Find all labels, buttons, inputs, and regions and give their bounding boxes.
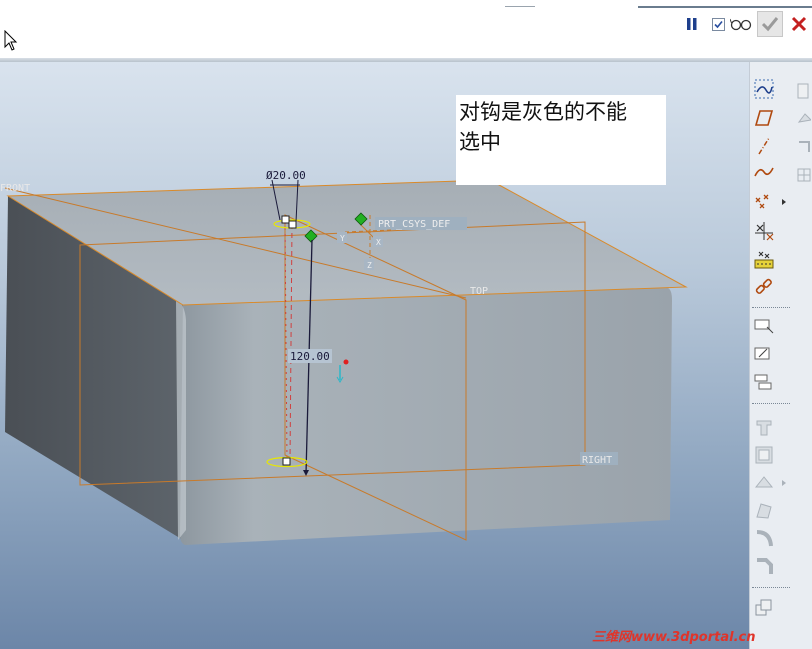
confirm-checkmark-icon[interactable] — [757, 11, 783, 37]
dimension-diameter: Ø20.00 — [266, 169, 306, 182]
draft-tool-disabled-icon — [753, 500, 775, 522]
chain-icon[interactable] — [753, 276, 775, 298]
point-flyout-arrow-icon[interactable] — [780, 195, 788, 209]
toolbar-fragment — [505, 0, 535, 7]
toolbar-separator — [752, 403, 790, 404]
datum-label-top: TOP — [470, 286, 488, 297]
annotation-note: 对钩是灰色的不能 选中 — [456, 95, 666, 185]
sketch-icon[interactable] — [753, 78, 775, 100]
axis-icon[interactable] — [753, 135, 775, 157]
plane-icon[interactable] — [753, 107, 775, 129]
axis-label-z: Z — [367, 261, 372, 270]
select-feature-icon[interactable] — [753, 316, 775, 338]
drag-handle-icon — [288, 220, 297, 229]
copy-tool-icon[interactable] — [753, 597, 775, 619]
toolbar-partial-icon[interactable] — [793, 164, 812, 186]
annotation-line-2: 选中 — [459, 130, 501, 154]
watermark: 三维网www.3dportal.cn — [592, 630, 756, 645]
dimension-length: 120.00 — [290, 350, 330, 363]
hole-tool-disabled-icon — [753, 417, 775, 439]
dashboard-bar — [0, 0, 812, 58]
edit-feature-icon[interactable] — [753, 344, 775, 366]
point-icon[interactable] — [753, 191, 775, 213]
csys-label: PRT_CSYS_DEF — [378, 219, 450, 230]
toolbar-partial-icon[interactable] — [793, 136, 812, 158]
group-feature-icon[interactable] — [753, 372, 775, 394]
analysis-icon[interactable] — [753, 248, 775, 270]
datum-label-front: FRONT — [0, 183, 30, 194]
mouse-cursor-icon — [4, 30, 18, 51]
rib-tool-disabled-icon — [753, 472, 775, 494]
curve-icon[interactable] — [753, 161, 775, 183]
toolbar-separator — [752, 587, 790, 588]
shell-tool-disabled-icon — [753, 444, 775, 466]
cancel-x-icon[interactable] — [789, 14, 809, 34]
toolbar-separator — [752, 307, 790, 308]
checkbox-icon[interactable] — [710, 14, 726, 34]
axis-label-x: X — [376, 238, 381, 247]
axis-label-y: Y — [340, 234, 345, 243]
block-front-face — [180, 288, 672, 545]
datum-label-right: RIGHT — [582, 455, 612, 466]
glasses-icon[interactable] — [729, 14, 753, 34]
toolbar-fragment — [638, 0, 812, 8]
csys-icon[interactable] — [753, 220, 775, 242]
chamfer-tool-disabled-icon — [753, 556, 775, 578]
pause-icon[interactable] — [684, 14, 700, 34]
round-tool-disabled-icon — [753, 528, 775, 550]
annotation-line-1: 对钩是灰色的不能 — [459, 100, 627, 124]
toolbar-partial-icon[interactable] — [793, 80, 812, 102]
rib-flyout-arrow-icon — [780, 476, 788, 490]
toolbar-partial-icon[interactable] — [793, 108, 812, 130]
drag-handle-icon — [281, 215, 290, 224]
drag-handle-icon — [282, 457, 291, 466]
